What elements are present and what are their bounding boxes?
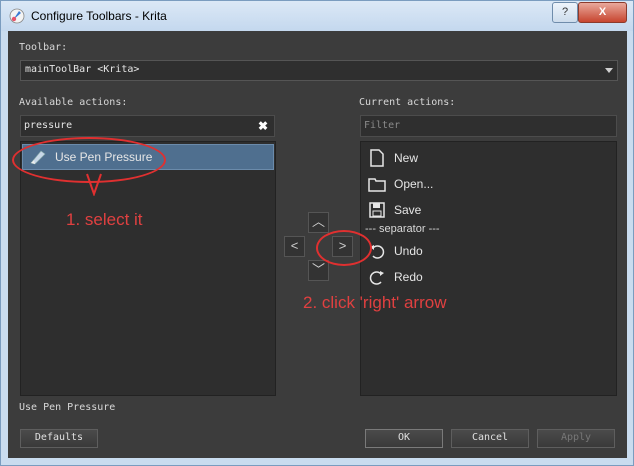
list-item-label: Redo	[394, 270, 423, 284]
remove-left-button[interactable]: <	[284, 236, 305, 257]
cancel-button[interactable]: Cancel	[451, 429, 529, 448]
available-search-field[interactable]: ✖	[20, 115, 275, 137]
list-item-open[interactable]: Open...	[362, 172, 612, 196]
save-disk-icon	[369, 202, 385, 218]
dialog-window: Configure Toolbars - Krita ? X Toolbar: …	[0, 0, 634, 466]
callout-arrow	[86, 173, 102, 196]
highlight-circle-right-arrow	[316, 230, 372, 266]
apply-button[interactable]: Apply	[537, 429, 615, 448]
list-item-label: Undo	[394, 244, 423, 258]
annotation-step1: 1. select it	[66, 210, 143, 229]
list-item-label: Open...	[394, 177, 434, 191]
list-item-separator[interactable]: --- separator ---	[365, 223, 440, 235]
current-filter-field[interactable]	[360, 115, 617, 137]
chevron-down-icon	[605, 68, 613, 73]
toolbar-select[interactable]: mainToolBar <Krita>	[20, 60, 618, 81]
annotation-step2: 2. click 'right' arrow	[303, 293, 447, 312]
available-search-input[interactable]	[24, 118, 244, 133]
redo-icon	[369, 271, 384, 285]
new-document-icon	[370, 149, 384, 167]
list-item-redo[interactable]: Redo	[362, 265, 612, 289]
list-item-save[interactable]: Save	[362, 198, 612, 222]
list-item-label: New	[394, 151, 419, 165]
current-filter-input[interactable]	[364, 118, 584, 133]
list-item-undo[interactable]: Undo	[362, 239, 612, 263]
list-item-new[interactable]: New	[362, 146, 612, 170]
close-button[interactable]: X	[578, 2, 627, 23]
folder-open-icon	[368, 178, 386, 192]
move-up-button[interactable]: ︿	[308, 212, 329, 233]
list-item-label: Save	[394, 203, 422, 217]
krita-logo-icon	[9, 8, 25, 24]
action-description: Use Pen Pressure	[19, 402, 116, 413]
help-button[interactable]: ?	[552, 2, 578, 23]
current-actions-label: Current actions:	[359, 97, 456, 108]
title-bar[interactable]: Configure Toolbars - Krita ? X	[1, 1, 633, 31]
defaults-button[interactable]: Defaults	[20, 429, 98, 448]
current-actions-list[interactable]: New Open... Save --- separator --- Undo …	[360, 141, 617, 396]
available-actions-label: Available actions:	[19, 97, 128, 108]
clear-search-icon[interactable]: ✖	[258, 119, 268, 133]
window-title: Configure Toolbars - Krita	[31, 9, 167, 23]
move-down-button[interactable]: ﹀	[308, 260, 329, 281]
ok-button[interactable]: OK	[365, 429, 443, 448]
toolbar-select-value: mainToolBar <Krita>	[25, 64, 140, 75]
toolbar-label: Toolbar:	[19, 42, 68, 53]
